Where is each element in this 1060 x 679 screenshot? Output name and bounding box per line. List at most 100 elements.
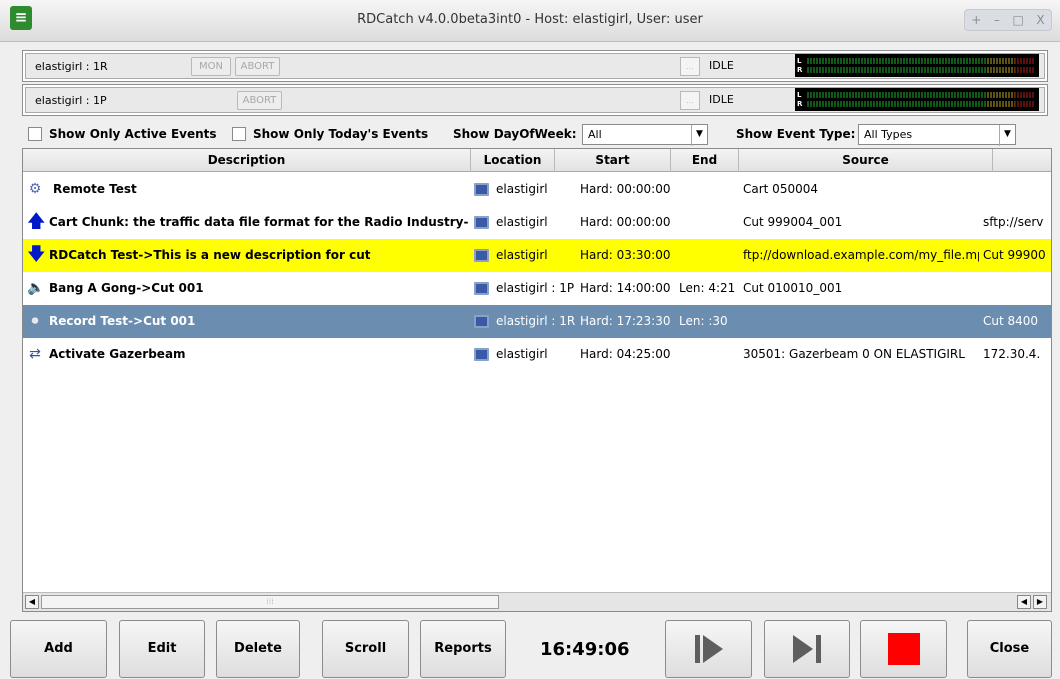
- stop-icon: [887, 632, 920, 665]
- meter-left-bar: [807, 92, 1035, 98]
- monitor-button[interactable]: MON: [191, 57, 231, 76]
- close-button[interactable]: Close: [967, 620, 1052, 678]
- meter-right-bar: [807, 67, 1035, 73]
- table-row[interactable]: ⚙ Remote Test elastigirl Hard: 00:00:00 …: [23, 173, 1051, 206]
- stop-button[interactable]: [860, 620, 947, 678]
- deck-name: elastigirl : 1R: [35, 60, 108, 73]
- today-only-checkbox[interactable]: [232, 127, 246, 141]
- maximize-icon[interactable]: □: [1013, 13, 1024, 27]
- row-start: Hard: 04:25:00: [580, 347, 671, 361]
- close-window-icon[interactable]: X: [1036, 13, 1044, 27]
- record-icon: ⏺: [31, 313, 39, 329]
- edit-button[interactable]: Edit: [119, 620, 205, 678]
- today-only-label: Show Only Today's Events: [253, 127, 429, 141]
- column-end[interactable]: End: [671, 149, 739, 172]
- scroll-left-icon[interactable]: ◀: [1017, 595, 1031, 609]
- row-extra: 172.30.4.: [983, 347, 1041, 361]
- row-start: Hard: 00:00:00: [580, 182, 671, 196]
- deck-name: elastigirl : 1P: [35, 94, 107, 107]
- table-header: Description Location Start End Source: [23, 149, 1051, 172]
- row-start: Hard: 00:00:00: [580, 215, 671, 229]
- dayofweek-select[interactable]: All ▼: [582, 124, 708, 146]
- scroll-right-icon[interactable]: ▶: [1033, 595, 1047, 609]
- delete-button[interactable]: Delete: [216, 620, 300, 678]
- row-location: elastigirl: [496, 347, 548, 361]
- monitor-icon: [474, 315, 489, 328]
- chevron-down-icon: ▼: [999, 125, 1015, 146]
- row-source: Cut 999004_001: [743, 215, 843, 229]
- meter-right-bar: [807, 101, 1035, 107]
- table-row[interactable]: 🔈 Bang A Gong->Cut 001 elastigirl : 1P H…: [23, 272, 1051, 305]
- event-type-select[interactable]: All Types ▼: [858, 124, 1016, 146]
- row-extra: Cut 99900: [983, 248, 1046, 262]
- row-description: Record Test->Cut 001: [49, 314, 196, 328]
- scroll-left-icon[interactable]: ◀: [25, 595, 39, 609]
- table-row[interactable]: 🡇 RDCatch Test->This is a new descriptio…: [23, 239, 1051, 272]
- active-only-checkbox[interactable]: [28, 127, 42, 141]
- event-type-label: Show Event Type:: [736, 127, 856, 141]
- row-source: Cut 010010_001: [743, 281, 843, 295]
- deck-state-box: ...: [680, 57, 700, 76]
- row-end: Len: 4:21: [679, 281, 736, 295]
- audio-meter: L R: [795, 88, 1039, 111]
- table-row[interactable]: ⇄ Activate Gazerbeam elastigirl Hard: 04…: [23, 338, 1051, 371]
- table-row[interactable]: ⏺ Record Test->Cut 001 elastigirl : 1R H…: [23, 305, 1051, 338]
- audio-meter: L R: [795, 54, 1039, 77]
- deck-panel-1r: elastigirl : 1R MON ABORT ... IDLE L R: [22, 50, 1048, 82]
- skip-next-icon: [793, 634, 821, 663]
- meter-left-label: L: [797, 57, 802, 65]
- horizontal-scrollbar[interactable]: ◀ ⁞⁞⁞ ◀ ▶: [23, 592, 1051, 611]
- row-location: elastigirl: [496, 182, 548, 196]
- monitor-icon: [474, 216, 489, 229]
- monitor-icon: [474, 249, 489, 262]
- abort-button[interactable]: ABORT: [235, 57, 280, 76]
- dayofweek-value: All: [588, 128, 602, 141]
- minimize-icon[interactable]: –: [994, 13, 1000, 27]
- play-button[interactable]: [665, 620, 752, 678]
- speaker-icon: 🔈: [27, 280, 45, 296]
- scroll-button[interactable]: Scroll: [322, 620, 409, 678]
- title-bar: ≡ RDCatch v4.0.0beta3int0 - Host: elasti…: [0, 0, 1060, 42]
- column-location[interactable]: Location: [471, 149, 555, 172]
- row-location: elastigirl: [496, 248, 548, 262]
- deck-panel-1p: elastigirl : 1P ABORT ... IDLE L R: [22, 84, 1048, 116]
- row-source: ftp://download.example.com/my_file.mp3: [743, 248, 979, 262]
- row-start: Hard: 14:00:00: [580, 281, 671, 295]
- window-controls: + – □ X: [964, 9, 1052, 31]
- upload-arrow-icon: 🡅: [27, 211, 46, 232]
- download-arrow-icon: 🡇: [27, 244, 46, 265]
- column-description[interactable]: Description: [23, 149, 471, 172]
- switch-icon: ⇄: [29, 346, 41, 362]
- row-location: elastigirl : 1P: [496, 281, 575, 295]
- table-row[interactable]: 🡅 Cart Chunk: the traffic data file form…: [23, 206, 1051, 239]
- meter-left-label: L: [797, 91, 802, 99]
- reports-button[interactable]: Reports: [420, 620, 506, 678]
- scrollbar-thumb[interactable]: ⁞⁞⁞: [41, 595, 499, 609]
- monitor-icon: [474, 183, 489, 196]
- filter-bar: Show Only Active Events Show Only Today'…: [22, 124, 1052, 146]
- row-source: 30501: Gazerbeam 0 ON ELASTIGIRL: [743, 347, 965, 361]
- row-end: Len: :30: [679, 314, 728, 328]
- dayofweek-label: Show DayOfWeek:: [453, 127, 577, 141]
- pin-icon[interactable]: +: [971, 13, 981, 27]
- clock-display: 16:49:06: [540, 639, 630, 660]
- remote-icon: ⚙: [28, 181, 42, 197]
- column-source[interactable]: Source: [739, 149, 993, 172]
- column-extra[interactable]: [993, 149, 1051, 172]
- monitor-icon: [474, 348, 489, 361]
- play-icon: [694, 634, 723, 663]
- abort-button[interactable]: ABORT: [237, 91, 282, 110]
- row-source: Cart 050004: [743, 182, 818, 196]
- next-button[interactable]: [764, 620, 850, 678]
- row-description: Activate Gazerbeam: [49, 347, 186, 361]
- chevron-down-icon: ▼: [691, 125, 707, 146]
- meter-left-bar: [807, 58, 1035, 64]
- add-button[interactable]: Add: [10, 620, 107, 678]
- row-location: elastigirl: [496, 215, 548, 229]
- active-only-label: Show Only Active Events: [49, 127, 217, 141]
- column-start[interactable]: Start: [555, 149, 671, 172]
- meter-right-label: R: [797, 100, 803, 108]
- row-description: Cart Chunk: the traffic data file format…: [49, 215, 469, 229]
- deck-status: IDLE: [709, 93, 734, 106]
- row-start: Hard: 03:30:00: [580, 248, 671, 262]
